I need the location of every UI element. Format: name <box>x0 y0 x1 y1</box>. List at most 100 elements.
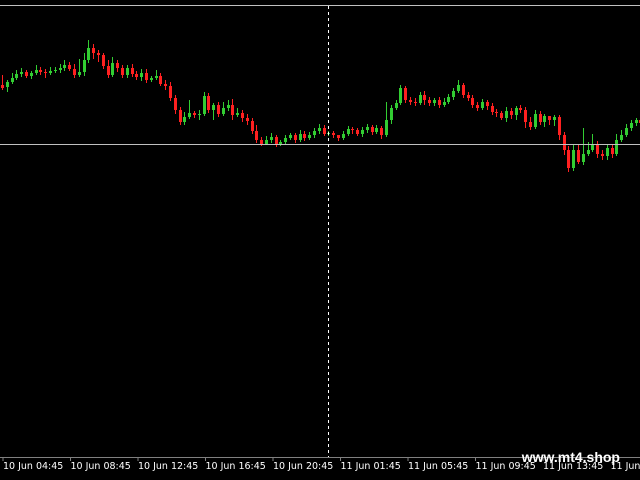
candle-body <box>563 135 566 150</box>
candle-body <box>131 68 134 74</box>
candle-body <box>347 129 350 134</box>
candle-body <box>356 130 359 134</box>
candle-body <box>577 150 580 162</box>
candle-body <box>87 48 90 60</box>
candle-body <box>548 116 551 120</box>
candle-body <box>116 63 119 68</box>
candle-body <box>423 95 426 100</box>
candle-body <box>68 65 71 69</box>
chart-background <box>0 0 640 480</box>
candle-body <box>380 128 383 135</box>
candle-body <box>572 150 575 168</box>
candle-body <box>63 65 66 68</box>
candle-body <box>606 148 609 156</box>
candle-body <box>30 73 33 76</box>
candle-body <box>11 78 14 82</box>
candle-body <box>260 140 263 144</box>
candle-body <box>529 122 532 127</box>
candle-body <box>207 96 210 110</box>
candle-body <box>212 105 215 110</box>
candle-body <box>78 72 81 75</box>
candle-body <box>524 110 527 122</box>
candle-body <box>534 114 537 127</box>
candle-body <box>428 100 431 103</box>
candle-body <box>630 123 633 128</box>
candle-body <box>337 135 340 138</box>
candle-body <box>1 85 4 88</box>
candle-body <box>6 82 9 87</box>
candle-body <box>193 113 196 115</box>
candle-body <box>462 85 465 95</box>
candle-body <box>35 70 38 73</box>
candle-body <box>150 78 153 80</box>
candle-body <box>279 142 282 144</box>
candle-body <box>44 72 47 73</box>
candle-body <box>126 68 129 75</box>
candle-body <box>270 137 273 140</box>
candle-body <box>361 130 364 134</box>
candle-body <box>241 113 244 118</box>
time-axis-tick-label: 10 Jun 12:45 <box>138 461 198 472</box>
candle-body <box>366 127 369 130</box>
candle-body <box>227 105 230 108</box>
candle-body <box>111 63 114 75</box>
candle-body <box>635 120 638 123</box>
candle-body <box>543 116 546 122</box>
candle-body <box>92 48 95 53</box>
candle-body <box>179 110 182 122</box>
candle-body <box>188 113 191 117</box>
price-chart[interactable]: 10 Jun 04:45 10 Jun 08:45 10 Jun 12:45 10 J… <box>0 0 640 480</box>
candle-body <box>495 112 498 113</box>
candle-body <box>318 128 321 131</box>
candle-body <box>395 103 398 108</box>
candle-body <box>164 84 167 86</box>
candle-body <box>375 128 378 132</box>
candle-body <box>25 72 28 76</box>
candle-body <box>399 88 402 103</box>
candle-body <box>515 108 518 115</box>
candle-body <box>510 111 513 115</box>
candle-body <box>419 95 422 103</box>
candle-body <box>500 113 503 118</box>
candle-body <box>491 106 494 112</box>
candle-body <box>433 100 436 103</box>
candle-body <box>447 97 450 102</box>
candle-body <box>625 128 628 135</box>
candle-body <box>107 66 110 75</box>
candle-body <box>303 134 306 138</box>
candle-body <box>596 144 599 154</box>
candle-body <box>323 128 326 134</box>
candle-body <box>601 154 604 156</box>
candle-body <box>217 105 220 114</box>
candle-body <box>159 76 162 84</box>
candle-body <box>39 70 42 72</box>
candle-body <box>155 76 158 78</box>
candle-body <box>486 102 489 106</box>
candle-body <box>49 71 52 73</box>
candle <box>207 93 210 113</box>
candle <box>399 85 402 105</box>
candle-body <box>275 137 278 144</box>
candle-body <box>587 150 590 154</box>
candle-body <box>15 74 18 78</box>
candle-body <box>73 69 76 75</box>
time-axis-tick-label: 10 Jun 04:45 <box>3 461 63 472</box>
candle-body <box>284 138 287 142</box>
candle-body <box>54 70 57 71</box>
candle-body <box>313 131 316 135</box>
candle-body <box>140 73 143 77</box>
time-axis-tick-label: 10 Jun 20:45 <box>273 461 333 472</box>
candle-body <box>443 102 446 105</box>
candle-body <box>265 140 268 144</box>
candle-body <box>471 98 474 105</box>
candle-body <box>539 114 542 122</box>
candle-body <box>83 60 86 72</box>
candle-body <box>452 91 455 97</box>
candle-body <box>351 129 354 130</box>
candle-body <box>505 111 508 118</box>
candle-body <box>409 100 412 102</box>
candle-body <box>582 154 585 162</box>
candle-body <box>294 135 297 140</box>
candle-body <box>371 127 374 132</box>
candle-body <box>414 102 417 103</box>
